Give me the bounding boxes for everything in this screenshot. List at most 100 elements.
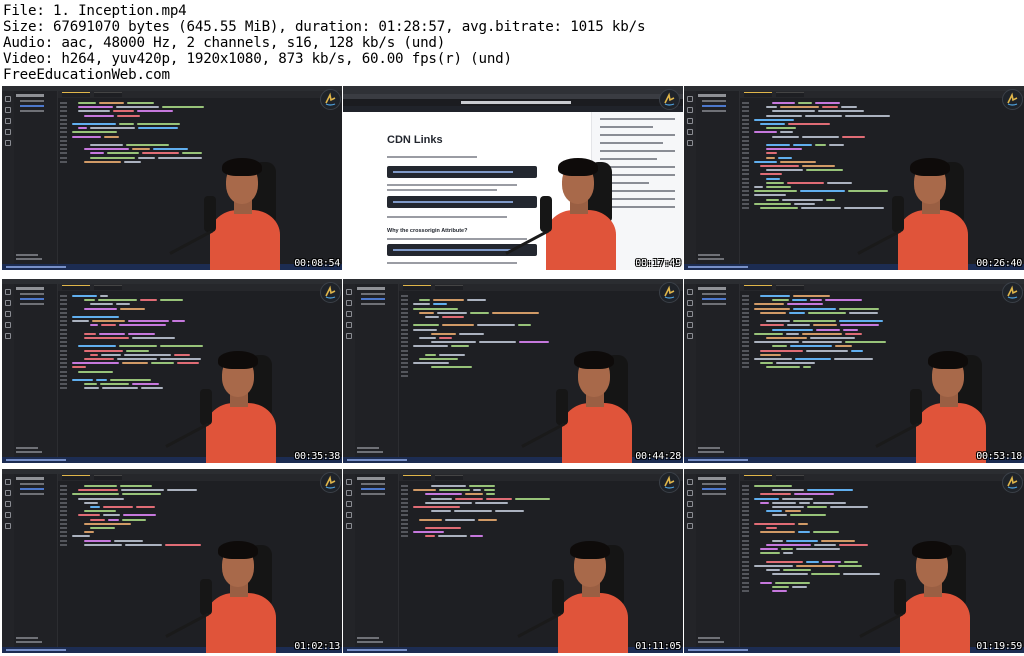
- mic-arm: [517, 612, 562, 638]
- file-explorer: [14, 474, 58, 647]
- line-number: [742, 581, 749, 584]
- code-token: [839, 307, 879, 310]
- code-token: [84, 299, 95, 302]
- paragraph: [387, 184, 517, 186]
- editor-tabs: [58, 284, 342, 291]
- line-number: [742, 110, 749, 113]
- site-name: FreeEducationWeb.com: [3, 67, 170, 83]
- line-number: [60, 345, 67, 348]
- code-token: [413, 345, 448, 348]
- code-token: [465, 493, 483, 496]
- line-number: [60, 295, 67, 297]
- code-token: [766, 320, 790, 323]
- code-token: [839, 320, 883, 323]
- video-thumbnail: 00:26:40: [684, 86, 1024, 270]
- webcam-overlay: [169, 146, 310, 270]
- line-number: [401, 341, 408, 344]
- code-token: [826, 198, 835, 201]
- code-token: [108, 518, 119, 521]
- code-token: [136, 506, 155, 508]
- code-token: [84, 358, 114, 360]
- code-token: [775, 581, 810, 584]
- code-token: [754, 522, 795, 525]
- code-token: [128, 320, 169, 323]
- code-token: [793, 320, 836, 323]
- line-number: [742, 353, 749, 356]
- code-token: [122, 493, 161, 496]
- code-token: [811, 573, 840, 576]
- code-token: [90, 127, 135, 130]
- code-token: [782, 497, 813, 500]
- preview-banner: [343, 99, 683, 106]
- code-token: [78, 489, 118, 492]
- line-number: [60, 353, 67, 356]
- code-token: [754, 358, 792, 360]
- line-number: [401, 332, 408, 335]
- line-number: [401, 501, 408, 504]
- code-token: [84, 531, 94, 534]
- webcam-overlay: [165, 339, 306, 463]
- code-token: [425, 527, 461, 529]
- code-token: [766, 177, 780, 180]
- line-number: [60, 320, 67, 323]
- presenter-hair: [574, 351, 614, 369]
- code-token: [772, 110, 815, 113]
- presenter-hair: [570, 541, 610, 559]
- editor-tabs: [399, 284, 683, 291]
- code-token: [103, 514, 120, 517]
- code-token: [515, 497, 550, 500]
- line-number: [60, 497, 67, 500]
- code-token: [431, 341, 476, 344]
- line-number: [401, 374, 408, 377]
- code-token: [104, 135, 119, 138]
- code-token: [455, 497, 483, 500]
- code-token: [84, 332, 96, 335]
- line-number: [60, 156, 67, 159]
- code-token: [84, 148, 129, 151]
- code-token: [72, 295, 97, 297]
- activity-bar: [684, 474, 696, 647]
- code-token: [810, 337, 855, 339]
- code-token: [766, 527, 777, 529]
- code-token: [98, 299, 137, 302]
- code-token: [479, 341, 516, 344]
- activity-bar: [684, 284, 696, 457]
- timestamp-label: 00:44:28: [635, 451, 681, 462]
- line-number: [60, 118, 67, 121]
- line-number: [742, 135, 749, 138]
- code-token: [495, 510, 524, 513]
- file-explorer: [696, 474, 740, 647]
- mic-arm: [505, 229, 550, 255]
- code-editor-logo-icon: [659, 282, 680, 303]
- code-token: [795, 358, 831, 360]
- timestamp-label: 01:02:13: [294, 641, 340, 652]
- thumbnail-grid: 00:08:54 CDN Links Why the crossorigin Att…: [0, 86, 1024, 656]
- line-number: [401, 303, 408, 306]
- code-token: [814, 543, 836, 546]
- code-token: [100, 295, 108, 297]
- line-number: [742, 181, 749, 184]
- line-number: [401, 311, 408, 314]
- line-number: [742, 186, 749, 188]
- code-token: [72, 362, 119, 365]
- code-token: [790, 345, 832, 348]
- code-token: [99, 332, 125, 335]
- code-token: [84, 383, 97, 386]
- code-token: [419, 518, 442, 521]
- code-token: [433, 303, 447, 306]
- code-token: [116, 106, 159, 109]
- code-token: [78, 106, 113, 109]
- line-number: [60, 127, 67, 130]
- code-token: [798, 102, 812, 104]
- file-explorer: [696, 284, 740, 457]
- line-number: [401, 337, 408, 339]
- code-token: [72, 320, 89, 323]
- code-token: [789, 311, 805, 314]
- microphone: [540, 196, 552, 232]
- line-number: [742, 324, 749, 327]
- code-editor-logo-icon: [320, 89, 341, 110]
- line-number: [742, 152, 749, 155]
- line-number: [742, 510, 749, 513]
- code-token: [90, 152, 104, 155]
- code-token: [827, 181, 852, 184]
